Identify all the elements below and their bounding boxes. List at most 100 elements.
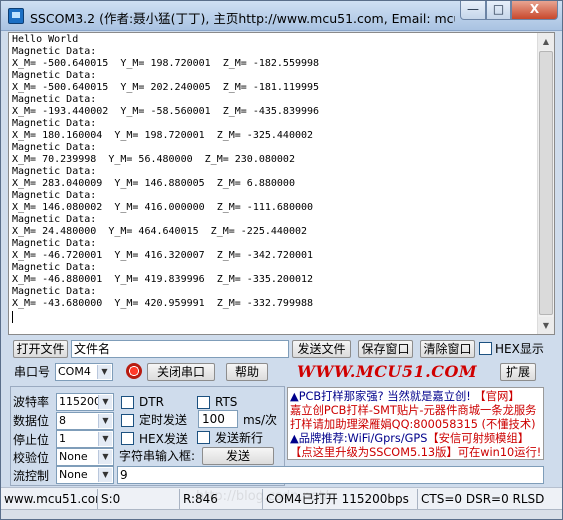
port-status-led-icon [126, 363, 142, 379]
chevron-down-icon: ▼ [98, 395, 112, 409]
chevron-down-icon: ▼ [97, 365, 111, 379]
save-window-button[interactable]: 保存窗口 [358, 340, 413, 358]
status-site: www.mcu51.cor [4, 492, 97, 506]
stop-bits-label: 停止位 [13, 433, 50, 447]
interval-unit-label: ms/次 [243, 413, 277, 427]
terminal-line: X_M= 24.480000 Y_M= 464.640015 Z_M= -225… [12, 226, 308, 237]
app-icon [8, 8, 24, 24]
parity-value: None [59, 450, 88, 463]
expand-button[interactable]: 扩展 [500, 363, 536, 381]
stop-bits-select[interactable]: 1 ▼ [56, 430, 114, 448]
string-input-label: 字符串输入框: [119, 449, 196, 463]
receive-terminal[interactable]: Hello World Magnetic Data: X_M= -500.64001… [8, 32, 555, 335]
clear-window-button[interactable]: 清除窗口 [420, 340, 475, 358]
taskbar-strip [1, 509, 562, 519]
terminal-line: X_M= 283.040009 Y_M= 146.880005 Z_M= 6.8… [12, 178, 295, 189]
terminal-line: Magnetic Data: [12, 238, 97, 249]
status-sent-count: S:0 [97, 489, 179, 509]
hex-send-label: HEX发送 [139, 432, 188, 446]
port-label: 串口号 [14, 365, 51, 379]
terminal-scrollbar[interactable]: ▲ ▼ [537, 33, 554, 334]
ad-module-link[interactable]: 【安信可射频模组】 [427, 432, 529, 445]
terminal-line: X_M= -193.440002 Y_M= -58.560001 Z_M= -4… [12, 106, 320, 117]
chevron-down-icon: ▼ [98, 432, 112, 446]
ad-line-3[interactable]: 打样请加助理梁雁娟QQ:800058315 (不懂技术) [290, 417, 536, 432]
chevron-down-icon: ▼ [98, 468, 112, 482]
maximize-button[interactable]: □ [486, 1, 511, 20]
rts-label: RTS [215, 395, 238, 409]
scroll-thumb[interactable] [539, 51, 553, 315]
interval-field[interactable]: 100 [198, 410, 238, 428]
terminal-line: X_M= 146.080002 Y_M= 416.000000 Z_M= -11… [12, 202, 314, 213]
file-name-field[interactable]: 文件名 [71, 340, 289, 358]
send-button[interactable]: 发送 [202, 447, 274, 465]
hex-send-checkbox[interactable] [121, 432, 134, 445]
help-button[interactable]: 帮助 [226, 363, 268, 381]
chevron-down-icon: ▼ [98, 450, 112, 464]
ad-panel[interactable]: ▲PCB打样那家强? 当然就是嘉立创! 【官网】 嘉立创PCB打样-SMT贴片-… [287, 387, 544, 460]
parity-select[interactable]: None ▼ [56, 448, 114, 466]
timed-send-label: 定时发送 [139, 413, 188, 427]
terminal-line: Magnetic Data: [12, 262, 97, 273]
terminal-line: X_M= -43.680000 Y_M= 420.959991 Z_M= -33… [12, 298, 314, 309]
open-file-button[interactable]: 打开文件 [13, 340, 68, 358]
terminal-line: Magnetic Data: [12, 286, 97, 297]
mcu51-logo: WWW.MCU51.COM [297, 361, 477, 383]
dtr-checkbox[interactable] [121, 396, 134, 409]
terminal-line: X_M= 180.160004 Y_M= 198.720001 Z_M= -32… [12, 130, 314, 141]
hex-display-label: HEX显示 [495, 342, 544, 356]
ad-line-1[interactable]: ▲PCB打样那家强? 当然就是嘉立创! 【官网】 [290, 389, 520, 404]
send-file-button[interactable]: 发送文件 [292, 340, 351, 358]
close-button[interactable]: X [511, 1, 558, 20]
terminal-line: Hello World [12, 34, 79, 45]
window-title: SSCOM3.2 (作者:聂小猛(丁丁), 主页http://www.mcu51… [30, 11, 455, 26]
terminal-line: Magnetic Data: [12, 70, 97, 81]
send-newline-checkbox[interactable] [197, 431, 210, 444]
terminal-line: X_M= -46.720001 Y_M= 416.320007 Z_M= -34… [12, 250, 314, 261]
ad-line-1-text: ▲PCB打样那家强? 当然就是嘉立创! [290, 390, 475, 403]
ad-line-4[interactable]: ▲品牌推荐:WiFi/Gprs/GPS【安信可射频模组】 [290, 431, 529, 446]
scroll-up-arrow-icon[interactable]: ▲ [538, 33, 554, 50]
hex-display-checkbox[interactable] [479, 342, 492, 355]
terminal-line: Magnetic Data: [12, 46, 97, 57]
status-line-state: CTS=0 DSR=0 RLSD [417, 489, 562, 509]
terminal-line: X_M= -500.640015 Y_M= 198.720001 Z_M= -1… [12, 58, 320, 69]
data-bits-value: 8 [59, 414, 66, 427]
port-select[interactable]: COM4 ▼ [55, 363, 113, 381]
port-value: COM4 [58, 365, 91, 378]
ad-line-4-text: ▲品牌推荐:WiFi/Gprs/GPS [290, 432, 428, 445]
watermark-text: http://blog.csdn.net/ [196, 489, 329, 504]
ad-official-site-link[interactable]: 【官网】 [474, 390, 519, 403]
terminal-line: X_M= -500.640015 Y_M= 202.240005 Z_M= -1… [12, 82, 320, 93]
terminal-line: Magnetic Data: [12, 214, 97, 225]
title-bar[interactable]: SSCOM3.2 (作者:聂小猛(丁丁), 主页http://www.mcu51… [1, 1, 562, 31]
send-newline-label: 发送新行 [215, 431, 264, 445]
text-caret [12, 311, 13, 323]
stop-bits-value: 1 [59, 432, 66, 445]
flow-control-value: None [59, 468, 88, 481]
terminal-line: Magnetic Data: [12, 166, 97, 177]
chevron-down-icon: ▼ [98, 414, 112, 428]
dtr-label: DTR [139, 395, 164, 409]
timed-send-checkbox[interactable] [121, 414, 134, 427]
terminal-line: Magnetic Data: [12, 190, 97, 201]
ad-line-5[interactable]: 【点这里升级为SSCOM5.13版】可在win10运行! [290, 445, 541, 459]
terminal-line: X_M= 70.239998 Y_M= 56.480000 Z_M= 230.0… [12, 154, 295, 165]
flow-control-select[interactable]: None ▼ [56, 466, 114, 484]
terminal-text: Hello World Magnetic Data: X_M= -500.64001… [12, 34, 536, 310]
parity-label: 校验位 [13, 451, 50, 465]
baud-rate-label: 波特率 [13, 395, 50, 409]
site-logo-text: WWW.MCU51.COM [297, 362, 478, 381]
close-port-button[interactable]: 关闭串口 [147, 363, 215, 381]
ad-line-2[interactable]: 嘉立创PCB打样-SMT贴片-元器件商城一条龙服务 [290, 403, 536, 418]
minimize-button[interactable]: — [460, 1, 486, 20]
baud-rate-value: 115200 [59, 395, 101, 408]
scroll-down-arrow-icon[interactable]: ▼ [538, 317, 554, 334]
send-input[interactable]: 9 [117, 466, 544, 484]
app-window: SSCOM3.2 (作者:聂小猛(丁丁), 主页http://www.mcu51… [0, 0, 563, 520]
terminal-line: X_M= -46.880001 Y_M= 419.839996 Z_M= -33… [12, 274, 314, 285]
baud-rate-select[interactable]: 115200 ▼ [56, 393, 114, 411]
rts-checkbox[interactable] [197, 396, 210, 409]
terminal-line: Magnetic Data: [12, 94, 97, 105]
data-bits-select[interactable]: 8 ▼ [56, 412, 114, 430]
